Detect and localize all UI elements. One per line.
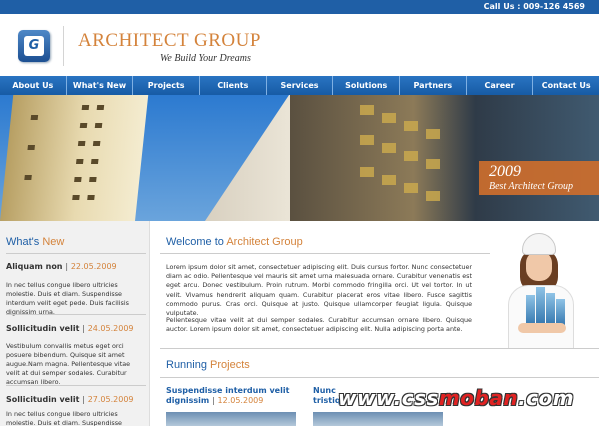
banner-building-right	[290, 95, 599, 221]
news-item-body: In nec tellus congue libero ultricies mo…	[6, 410, 122, 426]
brand-name[interactable]: ARCHITECT GROUP	[78, 30, 261, 52]
project-date: 12.05.2009	[217, 396, 264, 405]
nav-item-whats-new[interactable]: What's New	[67, 76, 134, 95]
logo-icon[interactable]: G	[18, 30, 50, 62]
news-item-body: Vestibulum convallis metus eget orci pos…	[6, 342, 131, 386]
header-divider	[63, 26, 64, 66]
divider	[6, 314, 146, 315]
nav-item-contact-us[interactable]: Contact Us	[533, 76, 599, 95]
hero-banner: 2009 Best Architect Group	[0, 95, 599, 221]
welcome-paragraph: Pellentesque vitae velit at dui semper s…	[166, 316, 472, 334]
top-bar: Call Us : 009-126 4569	[0, 0, 599, 14]
divider	[160, 253, 490, 254]
whats-new-title: What's New	[6, 236, 65, 248]
nav-item-projects[interactable]: Projects	[133, 76, 201, 95]
project-title[interactable]: Nunc tristiq	[313, 386, 341, 406]
divider	[160, 348, 599, 349]
project-title[interactable]: Suspendisse interdum velit dignissim | 1…	[166, 386, 289, 406]
tagline: We Build Your Dreams	[160, 53, 251, 64]
divider	[6, 253, 146, 254]
award-badge: 2009 Best Architect Group	[479, 161, 599, 195]
running-projects-title: Running Projects	[166, 359, 250, 371]
news-item-title[interactable]: Sollicitudin velit | 24.05.2009	[6, 324, 134, 333]
news-item-date: 27.05.2009	[87, 395, 134, 404]
award-year: 2009	[489, 163, 521, 180]
news-item-body: In nec tellus congue libero ultricies mo…	[6, 281, 129, 316]
nav-item-partners[interactable]: Partners	[400, 76, 467, 95]
welcome-paragraph: Lorem ipsum dolor sit amet, consectetuer…	[166, 263, 472, 318]
nav-item-about-us[interactable]: About Us	[0, 76, 67, 95]
news-item-date: 24.05.2009	[87, 324, 134, 333]
whats-new-sidebar: What's New Aliquam non | 22.05.2009 In n…	[0, 221, 150, 426]
architect-woman-image	[498, 229, 598, 349]
project-thumbnail[interactable]	[313, 412, 443, 426]
watermark: www.cssmoban.com	[338, 386, 575, 410]
call-us-text: Call Us : 009-126 4569	[483, 2, 585, 11]
divider	[160, 377, 599, 378]
main-nav: About Us What's New Projects Clients Ser…	[0, 76, 599, 95]
logo-letter: G	[28, 38, 40, 53]
divider	[6, 385, 146, 386]
header: G ARCHITECT GROUP We Build Your Dreams	[0, 14, 599, 76]
nav-item-solutions[interactable]: Solutions	[333, 76, 401, 95]
news-item-date: 22.05.2009	[70, 262, 117, 271]
news-item-title[interactable]: Sollicitudin velit | 27.05.2009	[6, 395, 134, 404]
award-text: Best Architect Group	[489, 181, 574, 192]
hard-hat-icon	[522, 233, 556, 255]
banner-building-left	[0, 95, 149, 221]
welcome-title: Welcome to Architect Group	[166, 236, 303, 248]
nav-item-career[interactable]: Career	[467, 76, 534, 95]
nav-item-clients[interactable]: Clients	[200, 76, 267, 95]
project-thumbnail[interactable]	[166, 412, 296, 426]
news-item-title[interactable]: Aliquam non | 22.05.2009	[6, 262, 117, 271]
nav-item-services[interactable]: Services	[267, 76, 334, 95]
